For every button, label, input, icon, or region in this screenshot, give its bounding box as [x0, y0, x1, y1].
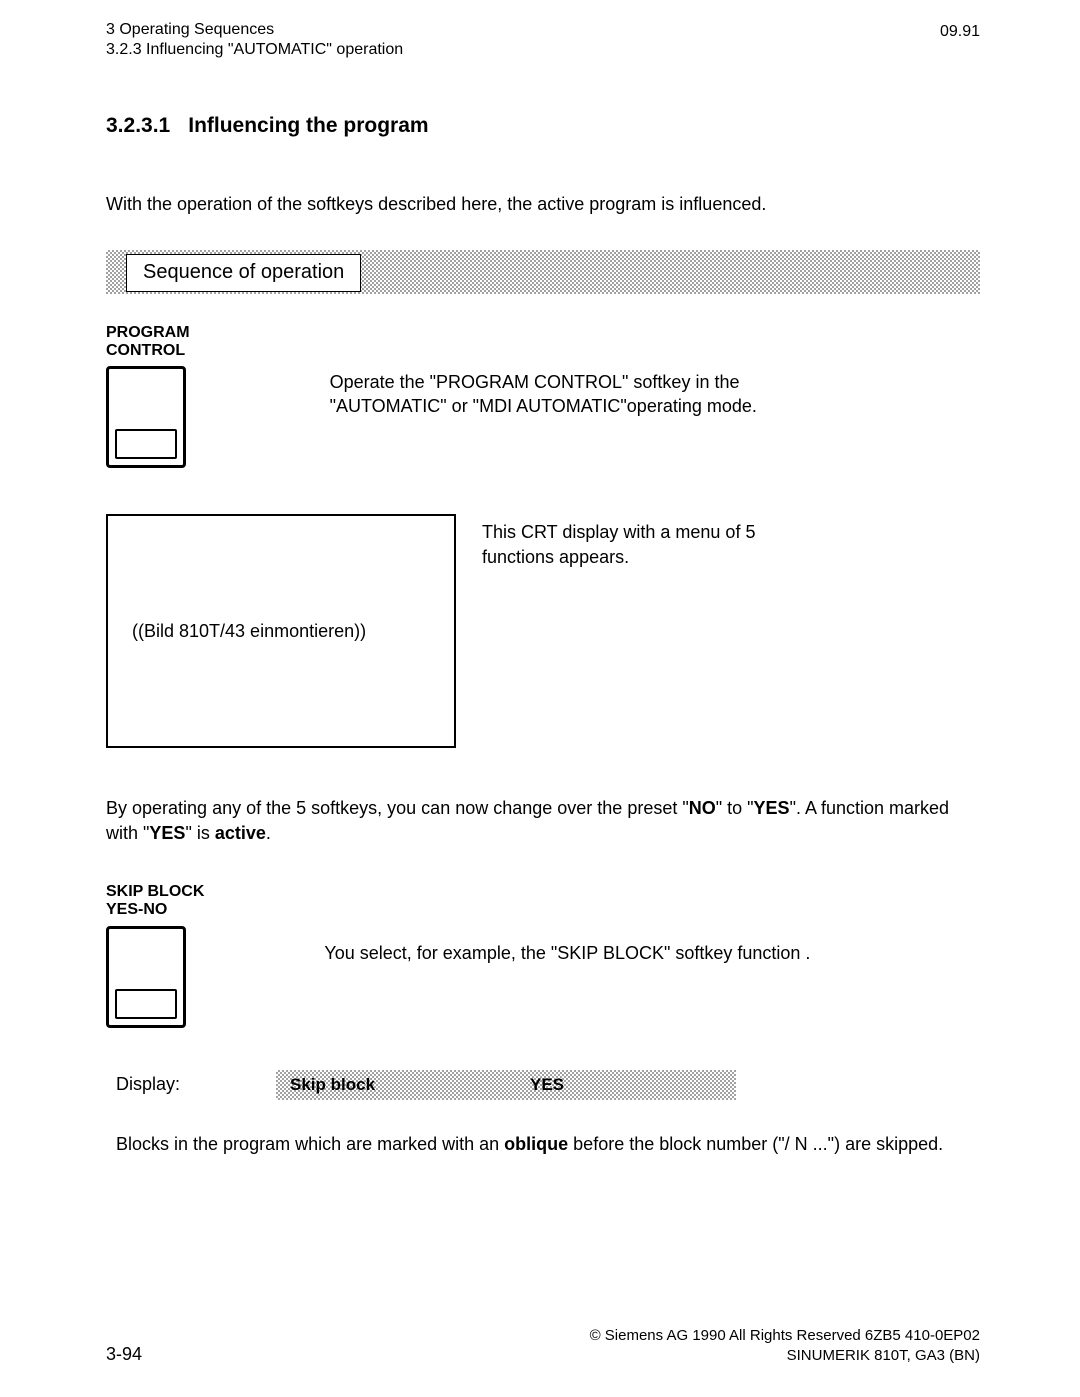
para2-p2: " to ": [716, 798, 754, 818]
para3-bold: oblique: [504, 1134, 568, 1154]
desc-line1: Operate the "PROGRAM CONTROL" softkey in…: [330, 372, 740, 392]
footer-copyright: © Siemens AG 1990 All Rights Reserved 6Z…: [590, 1327, 980, 1344]
preset-paragraph: By operating any of the 5 softkeys, you …: [106, 796, 980, 845]
crt-placeholder-frame: ((Bild 810T/43 einmontieren)): [106, 514, 456, 748]
softkey-icon: [106, 366, 186, 468]
skip-block-description: You select, for example, the "SKIP BLOCK…: [324, 883, 810, 1028]
para2-p4: " is: [185, 823, 214, 843]
crt-text-line2: functions appears.: [482, 547, 629, 567]
softkey-icon-2: [106, 926, 186, 1028]
header-left: 3 Operating Sequences 3.2.3 Influencing …: [106, 20, 403, 60]
crt-description: This CRT display with a menu of 5 functi…: [482, 514, 755, 748]
label-line1: PROGRAM: [106, 324, 190, 341]
para2-yes: YES: [754, 798, 790, 818]
program-control-label: PROGRAM CONTROL: [106, 324, 190, 361]
label2-line2: YES-NO: [106, 901, 167, 918]
program-control-description: Operate the "PROGRAM CONTROL" softkey in…: [330, 324, 980, 469]
section-heading: 3.2.3.1 Influencing the program: [106, 114, 980, 138]
para2-p1: By operating any of the 5 softkeys, you …: [106, 798, 689, 818]
display-label: Display:: [116, 1074, 266, 1095]
page-header: 3 Operating Sequences 3.2.3 Influencing …: [106, 20, 980, 60]
label-line2: CONTROL: [106, 342, 185, 359]
display-bar: Skip block YES: [276, 1070, 736, 1100]
crt-display-block: ((Bild 810T/43 einmontieren)) This CRT d…: [106, 514, 980, 748]
page-number: 3-94: [106, 1344, 142, 1365]
skip-block-block: SKIP BLOCK YES-NO You select, for exampl…: [106, 883, 980, 1028]
crt-placeholder-text: ((Bild 810T/43 einmontieren)): [132, 621, 366, 642]
header-date: 09.91: [940, 20, 980, 60]
page-footer: 3-94 © Siemens AG 1990 All Rights Reserv…: [106, 1326, 980, 1365]
header-subsection: 3.2.3 Influencing "AUTOMATIC" operation: [106, 40, 403, 60]
display-row: Display: Skip block YES: [106, 1070, 980, 1100]
display-bar-text: Skip block YES: [290, 1070, 736, 1100]
display-value: YES: [530, 1075, 564, 1095]
document-page: 3 Operating Sequences 3.2.3 Influencing …: [0, 0, 1080, 1156]
para2-active: active: [215, 823, 266, 843]
para3-p1: Blocks in the program which are marked w…: [116, 1134, 504, 1154]
header-chapter: 3 Operating Sequences: [106, 20, 403, 40]
display-field: Skip block: [290, 1075, 530, 1095]
para2-no: NO: [689, 798, 716, 818]
softkey-column: PROGRAM CONTROL: [106, 324, 190, 469]
section-title-text: Influencing the program: [188, 114, 428, 138]
softkey-inner-rect: [115, 429, 177, 459]
footer-right: © Siemens AG 1990 All Rights Reserved 6Z…: [590, 1326, 980, 1365]
label2-line1: SKIP BLOCK: [106, 883, 204, 900]
section-number: 3.2.3.1: [106, 114, 170, 138]
sequence-label-box: Sequence of operation: [126, 254, 361, 292]
intro-paragraph: With the operation of the softkeys descr…: [106, 194, 980, 216]
para2-yes2: YES: [149, 823, 185, 843]
softkey-inner-rect-2: [115, 989, 177, 1019]
desc-line2: "AUTOMATIC" or "MDI AUTOMATIC"operating …: [330, 396, 757, 416]
skip-block-label: SKIP BLOCK YES-NO: [106, 883, 204, 920]
softkey-column-2: SKIP BLOCK YES-NO: [106, 883, 204, 1028]
skip-explanation: Blocks in the program which are marked w…: [106, 1132, 980, 1156]
program-control-block: PROGRAM CONTROL Operate the "PROGRAM CON…: [106, 324, 980, 469]
footer-product: SINUMERIK 810T, GA3 (BN): [787, 1347, 980, 1364]
sequence-of-operation-bar: Sequence of operation: [106, 250, 980, 294]
para3-p2: before the block number ("/ N ...") are …: [568, 1134, 943, 1154]
para2-p5: .: [266, 823, 271, 843]
crt-text-line1: This CRT display with a menu of 5: [482, 522, 755, 542]
